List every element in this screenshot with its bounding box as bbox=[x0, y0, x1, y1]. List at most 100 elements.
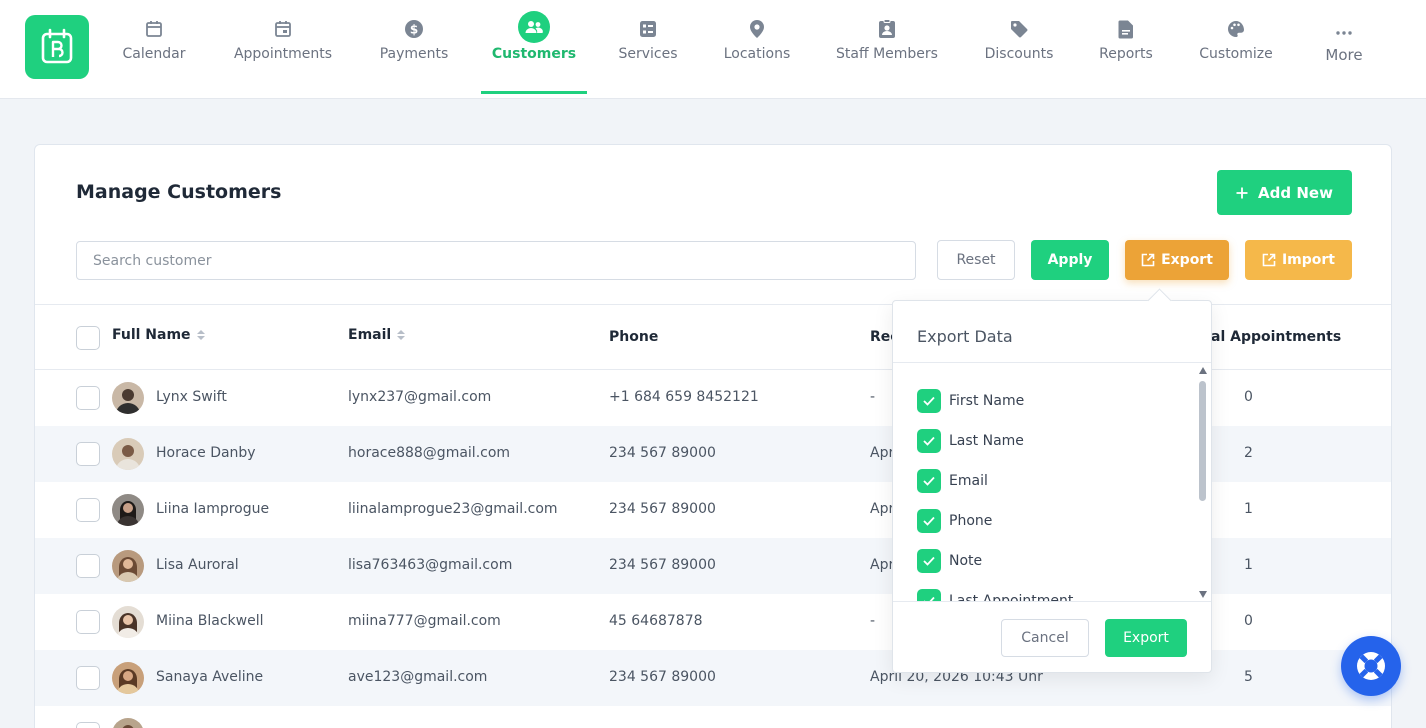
column-email[interactable]: Email bbox=[348, 327, 406, 343]
apply-button[interactable]: Apply bbox=[1031, 240, 1109, 280]
customer-phone: 45 64687878 bbox=[609, 613, 703, 629]
import-icon bbox=[1262, 253, 1276, 267]
nav-payments[interactable]: $ Payments bbox=[378, 18, 450, 62]
column-full-name[interactable]: Full Name bbox=[112, 327, 205, 343]
avatar bbox=[112, 550, 144, 582]
column-label: al Appointments bbox=[1211, 329, 1342, 345]
option-label: Note bbox=[949, 553, 983, 569]
checkbox-checked[interactable] bbox=[917, 429, 941, 453]
nav-label: Services bbox=[618, 46, 678, 62]
customer-phone: 234 567 89000 bbox=[609, 669, 716, 685]
app-logo[interactable] bbox=[25, 15, 89, 79]
divider bbox=[893, 601, 1211, 602]
row-checkbox[interactable] bbox=[76, 498, 100, 522]
customer-total: 2 bbox=[1244, 445, 1253, 461]
page-title: Manage Customers bbox=[76, 181, 282, 203]
export-option-last-appointment[interactable]: Last Appointment bbox=[917, 589, 1073, 601]
option-label: First Name bbox=[949, 393, 1025, 409]
nav-calendar[interactable]: Calendar bbox=[120, 18, 188, 62]
nav-locations[interactable]: Locations bbox=[722, 18, 792, 62]
nav-services[interactable]: Services bbox=[618, 18, 678, 62]
check-icon bbox=[923, 476, 935, 486]
customer-name[interactable]: Lynx Swift bbox=[156, 389, 227, 405]
row-checkbox[interactable] bbox=[76, 610, 100, 634]
avatar bbox=[112, 662, 144, 694]
nav-label: Calendar bbox=[122, 46, 186, 62]
customer-name[interactable]: Miina Blackwell bbox=[156, 613, 263, 629]
avatar bbox=[112, 494, 144, 526]
check-icon bbox=[923, 396, 935, 406]
help-widget-button[interactable] bbox=[1341, 636, 1401, 696]
customer-total: 0 bbox=[1244, 613, 1253, 629]
row-checkbox[interactable] bbox=[76, 554, 100, 578]
checkbox-checked[interactable] bbox=[917, 469, 941, 493]
export-label: Export bbox=[1161, 252, 1213, 268]
cancel-button[interactable]: Cancel bbox=[1001, 619, 1089, 657]
scrollbar-thumb[interactable] bbox=[1199, 381, 1206, 501]
add-new-label: Add New bbox=[1258, 183, 1333, 202]
export-icon bbox=[1141, 253, 1155, 267]
customer-email: horace888@gmail.com bbox=[348, 445, 511, 461]
svg-text:$: $ bbox=[410, 23, 418, 37]
row-checkbox[interactable] bbox=[76, 722, 100, 728]
nav-customize[interactable]: Customize bbox=[1198, 18, 1274, 62]
export-option-email[interactable]: Email bbox=[917, 469, 988, 493]
customer-email: miina777@gmail.com bbox=[348, 613, 501, 629]
customer-name[interactable]: Sanaya Aveline bbox=[156, 669, 263, 685]
confirm-export-button[interactable]: Export bbox=[1105, 619, 1187, 657]
checkbox-checked[interactable] bbox=[917, 389, 941, 413]
customer-recent: Apr bbox=[870, 445, 895, 461]
row-checkbox[interactable] bbox=[76, 386, 100, 410]
column-total-appointments: al Appointments bbox=[1211, 329, 1341, 345]
active-tab-underline bbox=[481, 91, 587, 94]
row-checkbox[interactable] bbox=[76, 442, 100, 466]
option-label: Last Appointment bbox=[949, 593, 1074, 601]
reset-button[interactable]: Reset bbox=[937, 240, 1015, 280]
customer-phone: 234 567 89000 bbox=[609, 501, 716, 517]
customer-name[interactable]: Liina Iamprogue bbox=[156, 501, 269, 517]
export-option-phone[interactable]: Phone bbox=[917, 509, 992, 533]
avatar bbox=[112, 438, 144, 470]
customer-total: 1 bbox=[1244, 557, 1253, 573]
scroll-up-arrow[interactable] bbox=[1199, 367, 1207, 374]
avatar bbox=[112, 606, 144, 638]
customer-email: liinalamprogue23@gmail.com bbox=[348, 501, 558, 517]
customer-phone: +1 684 659 8452121 bbox=[609, 389, 759, 405]
export-option-last-name[interactable]: Last Name bbox=[917, 429, 1024, 453]
export-button[interactable]: Export bbox=[1125, 240, 1229, 280]
check-icon bbox=[923, 436, 935, 446]
table-row[interactable] bbox=[35, 706, 1391, 728]
customer-name[interactable]: Lisa Auroral bbox=[156, 557, 239, 573]
nav-reports[interactable]: Reports bbox=[1098, 18, 1154, 62]
checkbox-checked[interactable] bbox=[917, 589, 941, 601]
export-data-dropdown: Export Data First Name Last Name Email P… bbox=[892, 300, 1212, 673]
nav-label: Appointments bbox=[233, 46, 333, 62]
customer-name[interactable]: Horace Danby bbox=[156, 445, 256, 461]
scroll-down-arrow[interactable] bbox=[1199, 591, 1207, 598]
select-all-checkbox[interactable] bbox=[76, 326, 100, 350]
export-option-first-name[interactable]: First Name bbox=[917, 389, 1024, 413]
users-icon bbox=[518, 10, 550, 43]
nav-customers[interactable]: Customers bbox=[492, 10, 576, 62]
search-input[interactable] bbox=[76, 241, 916, 280]
add-new-button[interactable]: Add New bbox=[1217, 170, 1352, 215]
nav-appointments[interactable]: Appointments bbox=[232, 18, 334, 62]
checkbox-checked[interactable] bbox=[917, 549, 941, 573]
avatar bbox=[112, 718, 144, 728]
option-label: Last Name bbox=[949, 433, 1024, 449]
tag-icon bbox=[1003, 18, 1035, 40]
calendar-check-icon bbox=[267, 18, 299, 40]
list-icon bbox=[632, 18, 664, 40]
import-button[interactable]: Import bbox=[1245, 240, 1352, 280]
row-checkbox[interactable] bbox=[76, 666, 100, 690]
export-options-list[interactable]: First Name Last Name Email Phone Note La… bbox=[893, 363, 1211, 601]
nav-staff-members[interactable]: Staff Members bbox=[836, 18, 938, 62]
checkbox-checked[interactable] bbox=[917, 509, 941, 533]
nav-label: Discounts bbox=[984, 46, 1054, 62]
export-option-note[interactable]: Note bbox=[917, 549, 982, 573]
nav-label: Reports bbox=[1099, 46, 1153, 62]
nav-label: Staff Members bbox=[836, 46, 938, 62]
nav-more[interactable]: More bbox=[1322, 18, 1366, 64]
nav-discounts[interactable]: Discounts bbox=[984, 18, 1054, 62]
customer-phone: 234 567 89000 bbox=[609, 445, 716, 461]
